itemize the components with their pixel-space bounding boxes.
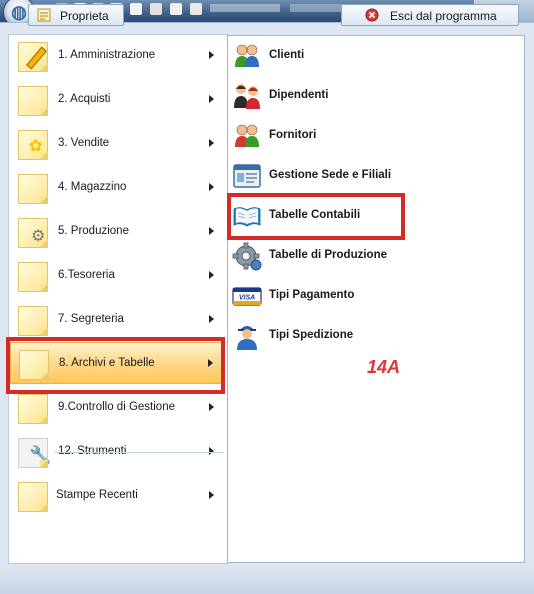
submenu-arrow-icon — [209, 491, 214, 499]
submenu-item-gestione-sede-e-filiali[interactable]: Gestione Sede e Filiali — [232, 161, 432, 191]
note-icon — [18, 394, 48, 424]
note-icon — [18, 174, 48, 204]
properties-label: Proprieta — [60, 9, 109, 23]
pencil-icon — [18, 42, 48, 72]
note-icon — [18, 262, 48, 292]
visa-card-icon: VISA — [232, 287, 262, 306]
menu-item-label: 2. Acquisti — [58, 93, 111, 105]
flower-note-icon: ✿ — [18, 130, 48, 160]
submenu-item-label: Clienti — [269, 49, 305, 61]
highlight-box — [227, 193, 405, 240]
submenu-item-label: Gestione Sede e Filiali — [269, 169, 392, 181]
quick-access-icon[interactable] — [130, 3, 142, 15]
submenu-item-fornitori[interactable]: Fornitori — [232, 121, 432, 151]
window-title — [210, 4, 280, 12]
submenu-arrow-icon — [209, 403, 214, 411]
menu-item-label: 5. Produzione — [58, 225, 129, 237]
menu-item-label: 3. Vendite — [58, 137, 110, 149]
submenu-item-clienti[interactable]: Clienti — [232, 41, 432, 71]
menu-item-tesoreria[interactable]: 6.Tesoreria — [10, 255, 224, 297]
menu-item-amministrazione[interactable]: 1. Amministrazione — [10, 35, 224, 77]
submenu-item-label: Fornitori — [269, 129, 317, 141]
submenu-arrow-icon — [209, 95, 214, 103]
menu-separator — [54, 452, 224, 453]
quick-access-icon[interactable] — [190, 3, 202, 15]
app-logo-icon: ◍ — [11, 2, 27, 22]
clients-icon — [235, 44, 259, 67]
menu-item-label: 12. Strumenti — [58, 445, 127, 457]
submenu-item-tipi-spedizione[interactable]: Tipi Spedizione — [232, 321, 432, 351]
menu-item-magazzino[interactable]: 4. Magazzino — [10, 167, 224, 209]
submenu-item-label: Tipi Spedizione — [269, 329, 354, 341]
exit-label: Esci dal programma — [390, 9, 497, 23]
submenu-arrow-icon — [209, 183, 214, 191]
submenu-item-label: Tipi Pagamento — [269, 289, 355, 301]
card-icon — [233, 164, 261, 188]
submenu-item-label: Tabelle di Produzione — [269, 249, 387, 261]
submenu-arrow-icon — [209, 51, 214, 59]
menu-item-vendite[interactable]: ✿ 3. Vendite — [10, 123, 224, 165]
menu-item-produzione[interactable]: ⚙ 5. Produzione — [10, 211, 224, 253]
note-icon — [18, 86, 48, 116]
wrench-icon: 🔧 — [18, 438, 51, 468]
annotation-label: 14A — [367, 357, 401, 377]
exit-icon — [365, 8, 379, 22]
submenu-item-label: Dipendenti — [269, 89, 329, 101]
submenu-arrow-icon — [209, 447, 214, 455]
quick-access-icon[interactable] — [170, 3, 182, 15]
submenu-arrow-icon — [209, 227, 214, 235]
visa-text: VISA — [239, 295, 255, 302]
suppliers-icon — [235, 124, 259, 147]
submenu-item-dipendenti[interactable]: Dipendenti — [232, 81, 432, 111]
menu-item-label: 6.Tesoreria — [58, 269, 115, 281]
menu-item-stampe-recenti[interactable]: Stampe Recenti — [10, 475, 224, 517]
properties-button[interactable]: Proprieta — [28, 4, 124, 26]
note-icon — [18, 306, 48, 336]
footer-bar — [0, 564, 534, 594]
menu-item-label: 4. Magazzino — [58, 181, 127, 193]
properties-icon — [37, 8, 51, 22]
employees-icon — [234, 84, 260, 109]
submenu-arrow-icon — [209, 271, 214, 279]
highlight-box — [6, 337, 225, 394]
exit-program-button[interactable]: Esci dal programma — [341, 4, 519, 26]
menu-item-label: Stampe Recenti — [56, 489, 138, 501]
submenu-item-tipi-pagamento[interactable]: VISA Tipi Pagamento — [232, 281, 432, 311]
menu-item-acquisti[interactable]: 2. Acquisti — [10, 79, 224, 121]
menu-item-segreteria[interactable]: 7. Segreteria — [10, 299, 224, 341]
submenu-item-tabelle-di-produzione[interactable]: Tabelle di Produzione — [232, 241, 432, 271]
menu-item-label: 9.Controllo di Gestione — [58, 401, 175, 413]
gear-icon — [232, 242, 262, 271]
menu-item-label: 7. Segreteria — [58, 313, 124, 325]
note-icon — [18, 482, 48, 512]
menu-item-label: 1. Amministrazione — [58, 49, 156, 61]
gear-note-icon: ⚙ — [18, 218, 48, 248]
submenu-arrow-icon — [209, 315, 214, 323]
delivery-person-icon — [237, 326, 257, 350]
quick-access-icon[interactable] — [150, 3, 162, 15]
submenu-arrow-icon — [209, 139, 214, 147]
